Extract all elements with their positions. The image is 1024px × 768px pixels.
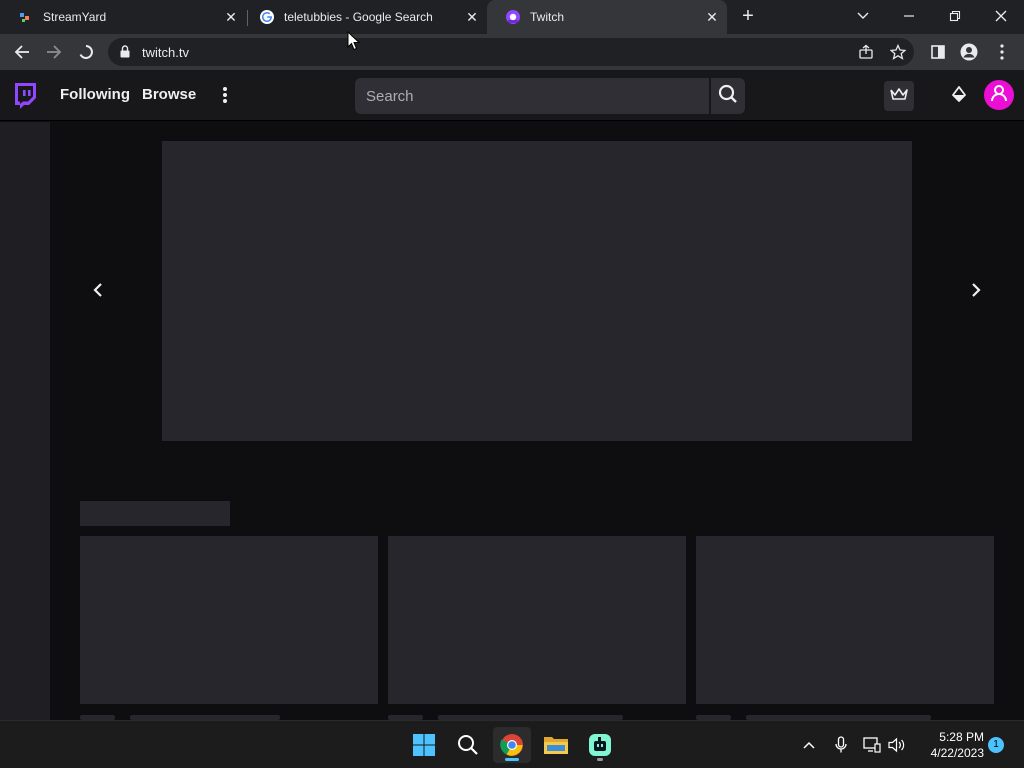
- forward-arrow-icon[interactable]: [44, 42, 64, 62]
- tab-streamyard[interactable]: StreamYard ✕: [0, 0, 246, 34]
- side-panel-icon[interactable]: [928, 42, 948, 62]
- browser-toolbar: twitch.tv: [0, 34, 1024, 70]
- close-tab-icon[interactable]: ✕: [703, 8, 721, 26]
- close-window-button[interactable]: [988, 4, 1014, 28]
- restore-button[interactable]: [942, 4, 968, 28]
- search-input[interactable]: [355, 78, 709, 114]
- file-explorer-icon[interactable]: [537, 727, 575, 763]
- tab-title: Twitch: [530, 10, 565, 24]
- chevron-right-icon: [971, 282, 981, 303]
- user-icon: [990, 84, 1008, 107]
- twitch-top-nav: Following Browse: [0, 70, 1024, 121]
- mouse-cursor-icon: [347, 30, 361, 51]
- search-icon: [718, 84, 738, 109]
- system-clock[interactable]: 5:28 PM 4/22/2023: [912, 729, 984, 761]
- browser-tab-strip: StreamYard ✕ teletubbies - Google Search…: [0, 0, 1024, 34]
- show-hidden-icons-chevron-icon[interactable]: [799, 735, 819, 755]
- address-bar[interactable]: twitch.tv: [108, 38, 914, 66]
- more-options-icon[interactable]: [216, 84, 234, 106]
- new-tab-button[interactable]: +: [738, 6, 758, 27]
- chrome-icon[interactable]: [493, 727, 531, 763]
- tab-title: StreamYard: [43, 10, 107, 24]
- running-indicator: [505, 758, 519, 761]
- search-icon[interactable]: [449, 727, 487, 763]
- prime-crown-button[interactable]: [884, 81, 914, 111]
- loading-spinner-icon[interactable]: [76, 42, 96, 62]
- close-tab-icon[interactable]: ✕: [222, 8, 240, 26]
- volume-icon[interactable]: [887, 735, 907, 755]
- back-arrow-icon[interactable]: [12, 42, 32, 62]
- stream-card-placeholder[interactable]: [80, 536, 378, 704]
- share-icon[interactable]: [856, 42, 876, 62]
- windows-taskbar: 5:28 PM 4/22/2023 1: [0, 720, 1024, 768]
- section-title-placeholder: [80, 501, 230, 526]
- left-sidebar-collapsed: [0, 122, 50, 720]
- tab-twitch[interactable]: Twitch ✕: [487, 0, 727, 34]
- microphone-icon[interactable]: [831, 735, 851, 755]
- crown-icon: [890, 87, 908, 106]
- running-indicator: [597, 758, 603, 761]
- network-icon[interactable]: [862, 735, 882, 755]
- stream-card-placeholder[interactable]: [388, 536, 686, 704]
- browse-link[interactable]: Browse: [142, 86, 196, 103]
- twitch-logo-icon[interactable]: [12, 82, 38, 110]
- featured-carousel-placeholder[interactable]: [162, 141, 912, 441]
- browser-menu-icon[interactable]: [992, 42, 1012, 62]
- stream-card-placeholder[interactable]: [696, 536, 994, 704]
- search-button[interactable]: [711, 78, 745, 114]
- search-bar: [355, 78, 745, 114]
- url-text[interactable]: twitch.tv: [142, 45, 189, 60]
- streamyard-icon: [18, 9, 34, 25]
- following-link[interactable]: Following: [60, 86, 130, 103]
- main-content: [50, 122, 1024, 720]
- bits-button[interactable]: [946, 83, 972, 109]
- carousel-next-button[interactable]: [965, 280, 987, 304]
- streamlabs-icon[interactable]: [581, 727, 619, 763]
- bits-diamond-icon: [951, 85, 967, 107]
- lock-icon: [120, 45, 130, 63]
- carousel-prev-button[interactable]: [87, 280, 109, 304]
- user-avatar[interactable]: [984, 80, 1014, 110]
- google-icon: [259, 9, 275, 25]
- chevron-left-icon: [93, 282, 103, 303]
- notification-badge[interactable]: 1: [988, 737, 1004, 753]
- close-tab-icon[interactable]: ✕: [463, 8, 481, 26]
- tab-search-chevron-icon[interactable]: [850, 4, 876, 28]
- bookmark-star-icon[interactable]: [888, 42, 908, 62]
- windows-start-icon[interactable]: [405, 727, 443, 763]
- clock-date: 4/22/2023: [930, 746, 984, 760]
- twitch-icon: [505, 9, 521, 25]
- tab-title: teletubbies - Google Search: [284, 10, 433, 24]
- clock-time: 5:28 PM: [939, 730, 984, 744]
- minimize-button[interactable]: [896, 4, 922, 28]
- profile-icon[interactable]: [959, 42, 979, 62]
- tab-google-search[interactable]: teletubbies - Google Search ✕: [241, 0, 487, 34]
